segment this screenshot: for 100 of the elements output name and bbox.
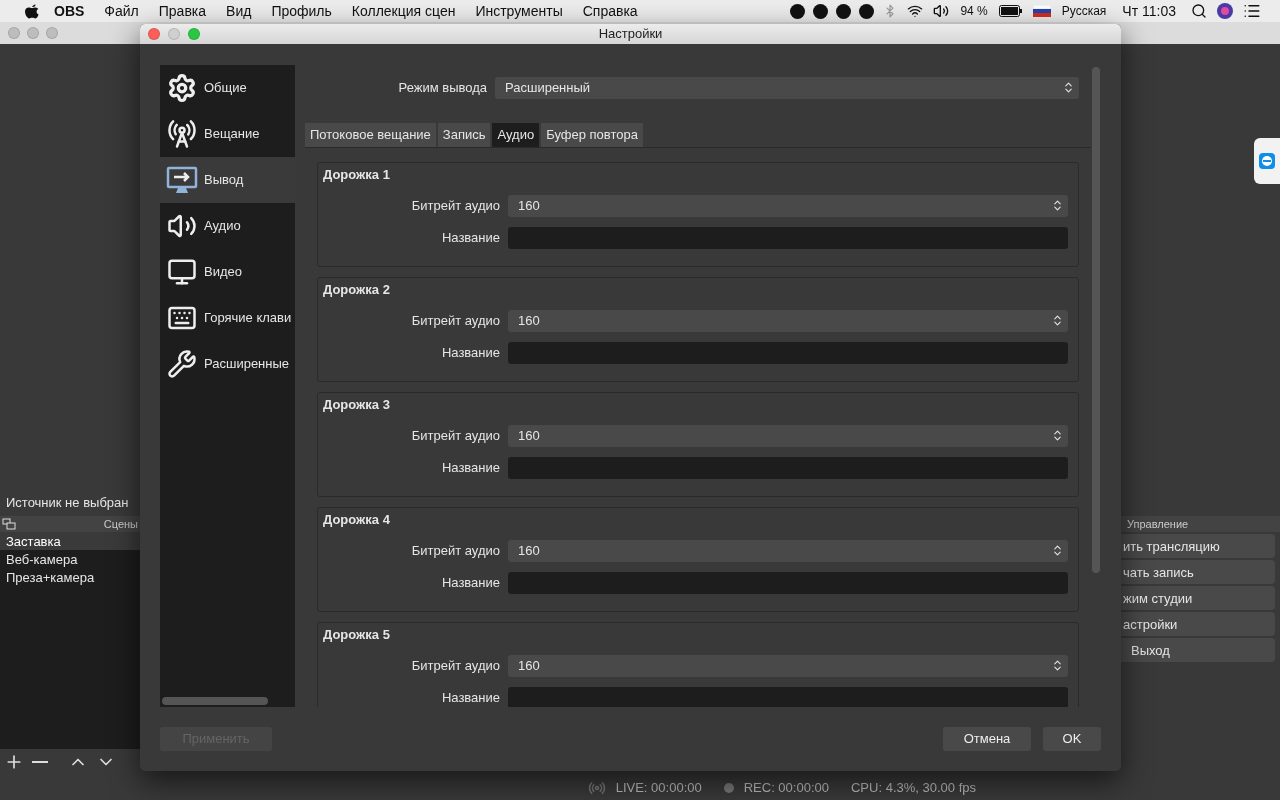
cpu-status: CPU: 4.3%, 30.00 fps: [851, 780, 976, 795]
dialog-title: Настройки: [598, 26, 663, 42]
sidebar-item[interactable]: Вывод: [160, 156, 295, 203]
rec-timer: REC: 00:00:00: [743, 780, 829, 795]
menu-item[interactable]: Справка: [572, 3, 648, 19]
field-label: Битрейт аудио: [410, 543, 500, 559]
menu-item[interactable]: Файл: [94, 3, 149, 19]
sidebar-item[interactable]: Расширенные: [160, 340, 295, 387]
app-menu[interactable]: OBS: [44, 3, 95, 19]
tray-app-icon[interactable]: [836, 3, 852, 19]
list-icon[interactable]: [1243, 2, 1261, 20]
tray-app-icon[interactable]: [813, 3, 829, 19]
sidebar-item[interactable]: Вещание: [160, 110, 295, 157]
group-title: Дорожка 4: [323, 511, 391, 527]
control-button[interactable]: астройки: [1121, 612, 1275, 636]
source-label: Источник не выбран: [5, 495, 130, 512]
ok-button[interactable]: OK: [1043, 726, 1101, 751]
menu-item[interactable]: Правка: [148, 3, 217, 19]
name-field[interactable]: [508, 341, 1068, 364]
sidebar-label: Видео: [204, 264, 242, 280]
antenna-icon: [166, 117, 198, 150]
sidebar-label: Расширенные: [204, 356, 290, 372]
menu-item[interactable]: Профиль: [261, 3, 342, 19]
scene-item[interactable]: Заставка: [0, 532, 140, 550]
output-mode-select[interactable]: Расширенный: [495, 76, 1079, 99]
menu-item[interactable]: Вид: [216, 3, 262, 19]
sidebar-label: Вещание: [204, 126, 260, 142]
cancel-button[interactable]: Отмена: [943, 726, 1031, 751]
stepper-icon: [1062, 81, 1075, 95]
close-button[interactable]: [148, 28, 160, 40]
remote-app-icon: [1258, 152, 1276, 170]
sidebar-label: Общие: [204, 80, 247, 96]
bitrate-select[interactable]: 160: [508, 424, 1068, 447]
sidebar-item[interactable]: Аудио: [160, 202, 295, 249]
volume-icon[interactable]: [933, 3, 950, 19]
field-label: Название: [440, 575, 500, 591]
input-source[interactable]: Русская: [1055, 4, 1113, 18]
control-button[interactable]: ить трансляцию: [1121, 534, 1275, 558]
tab[interactable]: Потоковое вещание: [305, 122, 436, 147]
stepper-icon: [1051, 429, 1064, 443]
field-label: Битрейт аудио: [410, 658, 500, 674]
side-tab[interactable]: [1254, 138, 1280, 184]
group-title: Дорожка 1: [323, 166, 391, 182]
tray-app-icon[interactable]: [859, 3, 875, 19]
field-label: Название: [440, 230, 500, 246]
stepper-icon: [1051, 659, 1064, 673]
sidebar-item[interactable]: Видео: [160, 248, 295, 295]
menu-item[interactable]: Инструменты: [465, 3, 573, 19]
record-dot-icon: [723, 782, 734, 793]
gear-icon: [166, 71, 198, 104]
stepper-icon: [1051, 314, 1064, 328]
menu-item[interactable]: Коллекция сцен: [341, 3, 466, 19]
field-label: Название: [440, 690, 500, 706]
group-title: Дорожка 3: [323, 396, 391, 412]
tray-app-icon[interactable]: [790, 3, 806, 19]
control-button[interactable]: жим студии: [1121, 586, 1275, 610]
battery-percent: 94 %: [959, 4, 989, 18]
tab[interactable]: Аудио: [492, 122, 540, 147]
sidebar-item[interactable]: Горячие клави: [160, 294, 295, 341]
control-button[interactable]: чать запись: [1121, 560, 1275, 584]
clock[interactable]: Чт 11:03: [1112, 3, 1186, 19]
flag-icon: [1032, 5, 1051, 17]
sidebar-label: Горячие клави: [204, 310, 292, 326]
bitrate-select[interactable]: 160: [508, 194, 1068, 217]
scene-item[interactable]: Преза+камера: [0, 568, 140, 586]
group-title: Дорожка 2: [323, 281, 391, 297]
sidebar-item[interactable]: Общие: [160, 64, 295, 111]
field-label: Битрейт аудио: [410, 428, 500, 444]
bitrate-select[interactable]: 160: [508, 309, 1068, 332]
bitrate-select[interactable]: 160: [508, 654, 1068, 677]
field-label: Битрейт аудио: [410, 198, 500, 214]
stepper-icon: [1051, 544, 1064, 558]
field-label: Режим вывода: [397, 80, 487, 96]
tab[interactable]: Буфер повтора: [541, 122, 643, 147]
field-label: Название: [440, 460, 500, 476]
stepper-icon: [1051, 199, 1064, 213]
name-field[interactable]: [508, 571, 1068, 594]
wifi-icon[interactable]: [907, 3, 924, 19]
panel-title: Управление: [1127, 518, 1189, 530]
tab[interactable]: Запись: [437, 122, 491, 147]
field-label: Битрейт аудио: [410, 313, 500, 329]
panel-title: Сцены: [103, 518, 138, 530]
bitrate-select[interactable]: 160: [508, 539, 1068, 562]
siri-icon[interactable]: [1217, 3, 1233, 19]
sidebar-label: Вывод: [204, 172, 244, 188]
scrollbar[interactable]: [1092, 66, 1100, 573]
scrollbar[interactable]: [162, 696, 268, 705]
search-icon[interactable]: [1191, 3, 1207, 19]
wrench-icon: [166, 347, 198, 380]
apple-icon[interactable]: [25, 3, 39, 19]
name-field[interactable]: [508, 226, 1068, 249]
battery-icon[interactable]: [998, 5, 1023, 17]
live-timer: LIVE: 00:00:00: [615, 780, 702, 795]
sidebar-label: Аудио: [204, 218, 241, 234]
name-field[interactable]: [508, 686, 1068, 707]
control-button[interactable]: Выход: [1121, 638, 1275, 662]
name-field[interactable]: [508, 456, 1068, 479]
field-label: Название: [440, 345, 500, 361]
group-title: Дорожка 5: [323, 626, 391, 642]
scene-item[interactable]: Веб-камера: [0, 550, 140, 568]
